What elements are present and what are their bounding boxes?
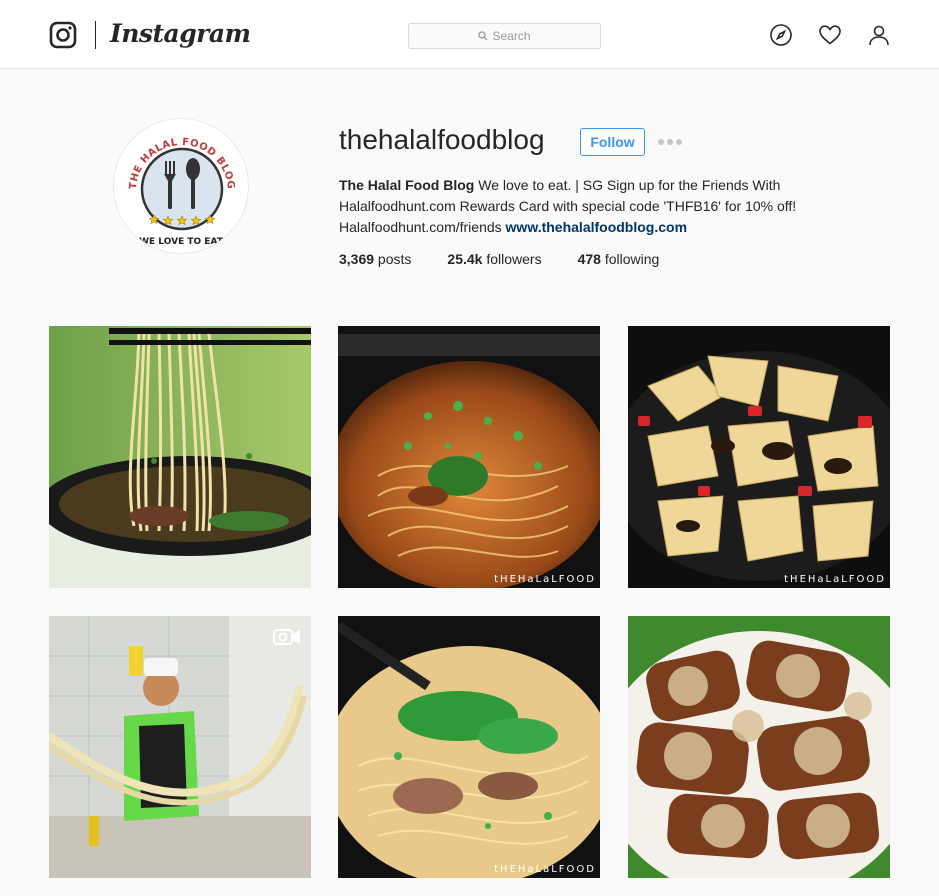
post-tile[interactable]: tHEHaLaLFOOD <box>338 616 600 878</box>
post-image-flat-noodles <box>628 326 890 588</box>
post-image-noodles-lifted <box>49 326 311 588</box>
instagram-camera-icon[interactable] <box>49 21 77 49</box>
compass-icon[interactable] <box>769 23 793 47</box>
post-image-noodle-chef <box>49 616 311 878</box>
post-tile[interactable]: tHEHaLaLFOOD <box>338 326 600 588</box>
logo-divider <box>95 21 96 49</box>
search-placeholder: Search <box>492 29 531 43</box>
post-image-beef-noodle-soup <box>338 616 600 878</box>
post-watermark: tHEHaLaLFOOD <box>494 864 596 875</box>
profile-username: thehalalfoodblog <box>339 124 545 155</box>
halal-food-blog-logo: THE HALAL FOOD BLOG WE LOVE TO EAT. <box>128 137 236 247</box>
posts-stat: 3,369 posts <box>339 251 412 267</box>
top-nav-bar: Instagram Search <box>0 0 939 69</box>
profile-avatar: THE HALAL FOOD BLOG WE LOVE TO EAT. <box>113 118 249 254</box>
post-tile[interactable] <box>49 616 311 878</box>
post-tile[interactable] <box>49 326 311 588</box>
profile-bio: The Halal Food Blog We love to eat. | SG… <box>339 175 839 238</box>
follow-button[interactable]: Follow <box>580 128 645 156</box>
profile-full-name: The Halal Food Blog <box>339 177 475 193</box>
post-tile[interactable] <box>628 616 890 878</box>
heart-icon[interactable] <box>818 23 842 47</box>
post-tile[interactable]: tHEHaLaLFOOD <box>628 326 890 588</box>
avatar-bottom-text: WE LOVE TO EAT. <box>139 237 225 247</box>
following-stat[interactable]: 478 following <box>578 251 660 267</box>
video-camera-icon <box>273 629 300 645</box>
instagram-wordmark[interactable]: Instagram <box>110 19 251 48</box>
followers-stat[interactable]: 25.4k followers <box>447 251 541 267</box>
post-image-noodle-soup <box>338 326 600 588</box>
more-options-icon[interactable] <box>658 137 682 147</box>
search-input[interactable]: Search <box>408 23 601 49</box>
search-icon <box>478 31 488 41</box>
person-icon[interactable] <box>867 23 891 47</box>
post-watermark: tHEHaLaLFOOD <box>494 574 596 585</box>
profile-stats: 3,369 posts 25.4k followers 478 followin… <box>339 251 695 267</box>
post-image-fried-dessert <box>628 616 890 878</box>
post-watermark: tHEHaLaLFOOD <box>784 574 886 585</box>
website-link[interactable]: www.thehalalfoodblog.com <box>506 219 687 235</box>
